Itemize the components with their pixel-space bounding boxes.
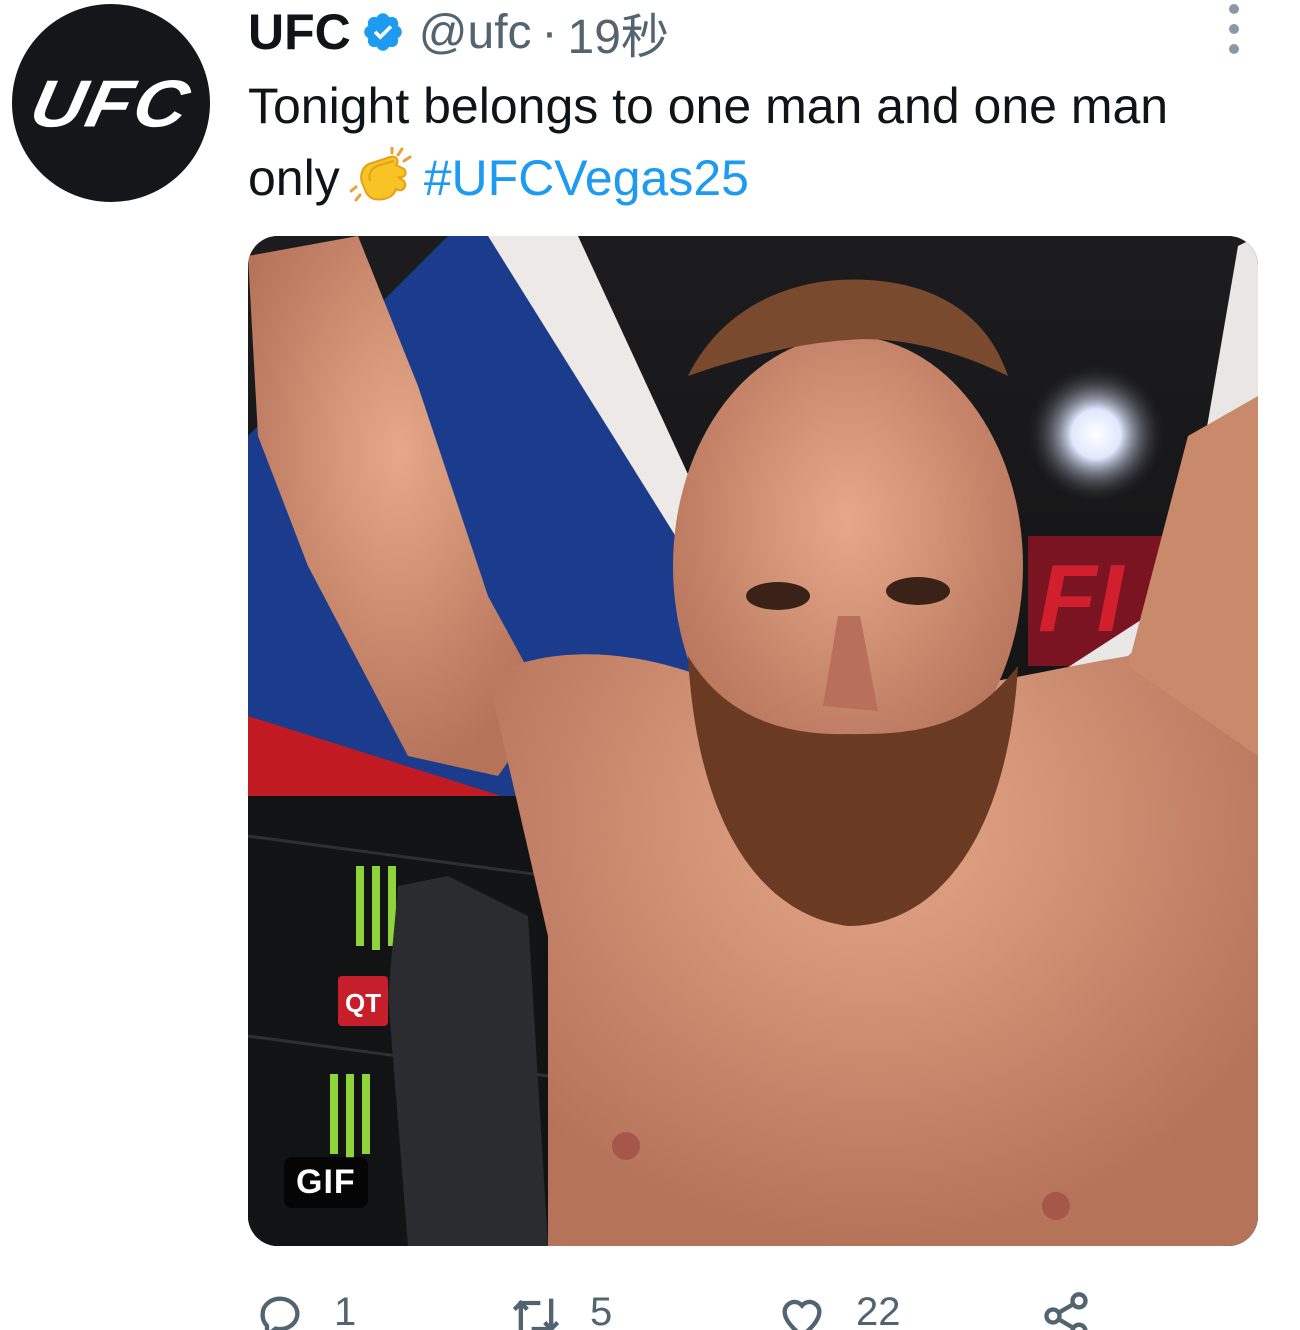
clapping-hands-icon <box>349 145 412 203</box>
timestamp[interactable]: 19秒 <box>568 0 669 67</box>
svg-text:FI: FI <box>1038 545 1126 652</box>
retweet-icon <box>512 1298 560 1330</box>
display-name[interactable]: UFC <box>248 3 351 61</box>
reply-button[interactable]: 1 <box>254 1290 356 1330</box>
hashtag-link[interactable]: #UFCVegas25 <box>424 150 749 206</box>
like-button[interactable]: 22 <box>776 1290 901 1330</box>
retweet-count: 5 <box>590 1290 613 1330</box>
tweet-actions: 1 5 22 <box>248 1290 1258 1330</box>
gif-badge: GIF <box>284 1157 368 1208</box>
share-button[interactable] <box>1040 1290 1120 1330</box>
ufc-logo: UFC <box>24 65 198 141</box>
reply-icon <box>260 1296 300 1330</box>
reply-count: 1 <box>334 1290 357 1330</box>
gif-frame: FI QT <box>248 236 1258 1246</box>
retweet-button[interactable]: 5 <box>510 1290 612 1330</box>
avatar[interactable]: UFC <box>12 4 210 202</box>
verified-badge-icon <box>361 10 405 54</box>
like-count: 22 <box>856 1290 901 1330</box>
tweet-media-gif[interactable]: FI QT GIF <box>248 236 1258 1246</box>
more-options-icon[interactable] <box>1224 4 1244 54</box>
handle[interactable]: @ufc <box>419 5 532 60</box>
tweet[interactable]: UFC UFC @ufc · 19秒 Tonight belongs to on… <box>0 0 1300 1330</box>
heart-icon <box>782 1299 822 1330</box>
separator: · <box>541 5 558 59</box>
tweet-header: UFC @ufc · 19秒 <box>248 2 669 64</box>
svg-text:QT: QT <box>345 988 381 1018</box>
share-icon <box>1044 1292 1088 1330</box>
tweet-text: Tonight belongs to one man and one man o… <box>248 70 1248 214</box>
